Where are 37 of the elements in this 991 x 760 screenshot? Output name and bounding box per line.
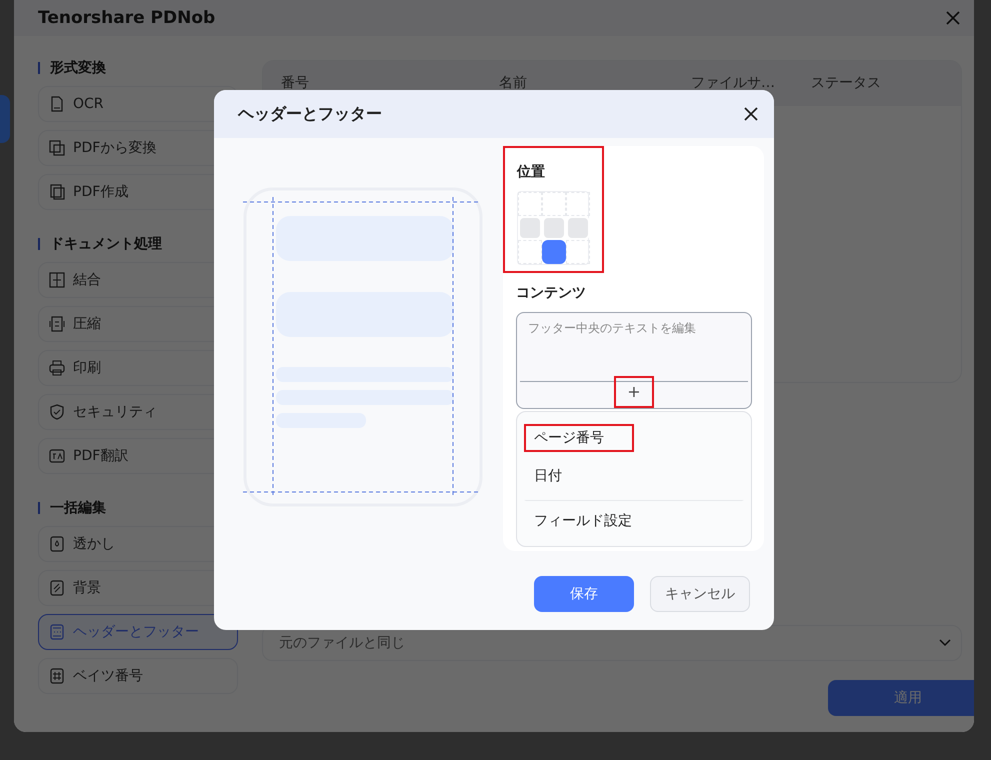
add-button[interactable]: + xyxy=(614,376,654,408)
dialog-title: ヘッダーとフッター xyxy=(238,104,382,124)
column-header: 番号 xyxy=(281,74,310,93)
hash-icon xyxy=(49,668,65,684)
sidebar-item[interactable]: ベイツ番号 xyxy=(38,658,238,694)
close-button[interactable] xyxy=(744,107,758,121)
select-value: 元のファイルと同じ xyxy=(279,634,405,652)
close-icon xyxy=(744,107,758,121)
compress-icon xyxy=(49,316,65,332)
section-label: 位置 xyxy=(517,163,546,182)
save-button[interactable]: 保存 xyxy=(534,576,634,612)
position-cell[interactable] xyxy=(542,240,566,264)
close-icon xyxy=(946,11,960,25)
document-icon xyxy=(49,624,65,640)
sidebar-item[interactable]: ヘッダーとフッター xyxy=(38,614,238,650)
document-icon xyxy=(49,580,65,596)
document-icon xyxy=(49,184,65,200)
merge-icon xyxy=(49,272,65,288)
app-title: Tenorshare PDNob xyxy=(38,8,216,28)
menu-item[interactable]: ページ番号 xyxy=(524,424,634,452)
section-label: コンテンツ xyxy=(516,284,587,303)
text-field[interactable]: フッター中央のテキストを編集 + xyxy=(516,312,752,409)
menu-item[interactable]: 日付 xyxy=(524,462,634,490)
column-header: ファイルサ… xyxy=(691,74,776,93)
column-header: 名前 xyxy=(499,74,528,93)
shield-icon xyxy=(49,404,65,420)
printer-icon xyxy=(49,360,65,376)
menu-item[interactable]: フィールド設定 xyxy=(524,500,744,536)
document-icon xyxy=(49,536,65,552)
group-title: 形式変換 xyxy=(38,62,238,74)
chevron-icon xyxy=(939,639,951,647)
translate-icon xyxy=(49,448,65,464)
document-icon xyxy=(49,96,65,112)
apply-button[interactable]: 適用 xyxy=(828,680,974,716)
column-header: ステータス xyxy=(811,74,882,93)
document-icon xyxy=(49,140,65,156)
cancel-button[interactable]: キャンセル xyxy=(650,576,750,612)
